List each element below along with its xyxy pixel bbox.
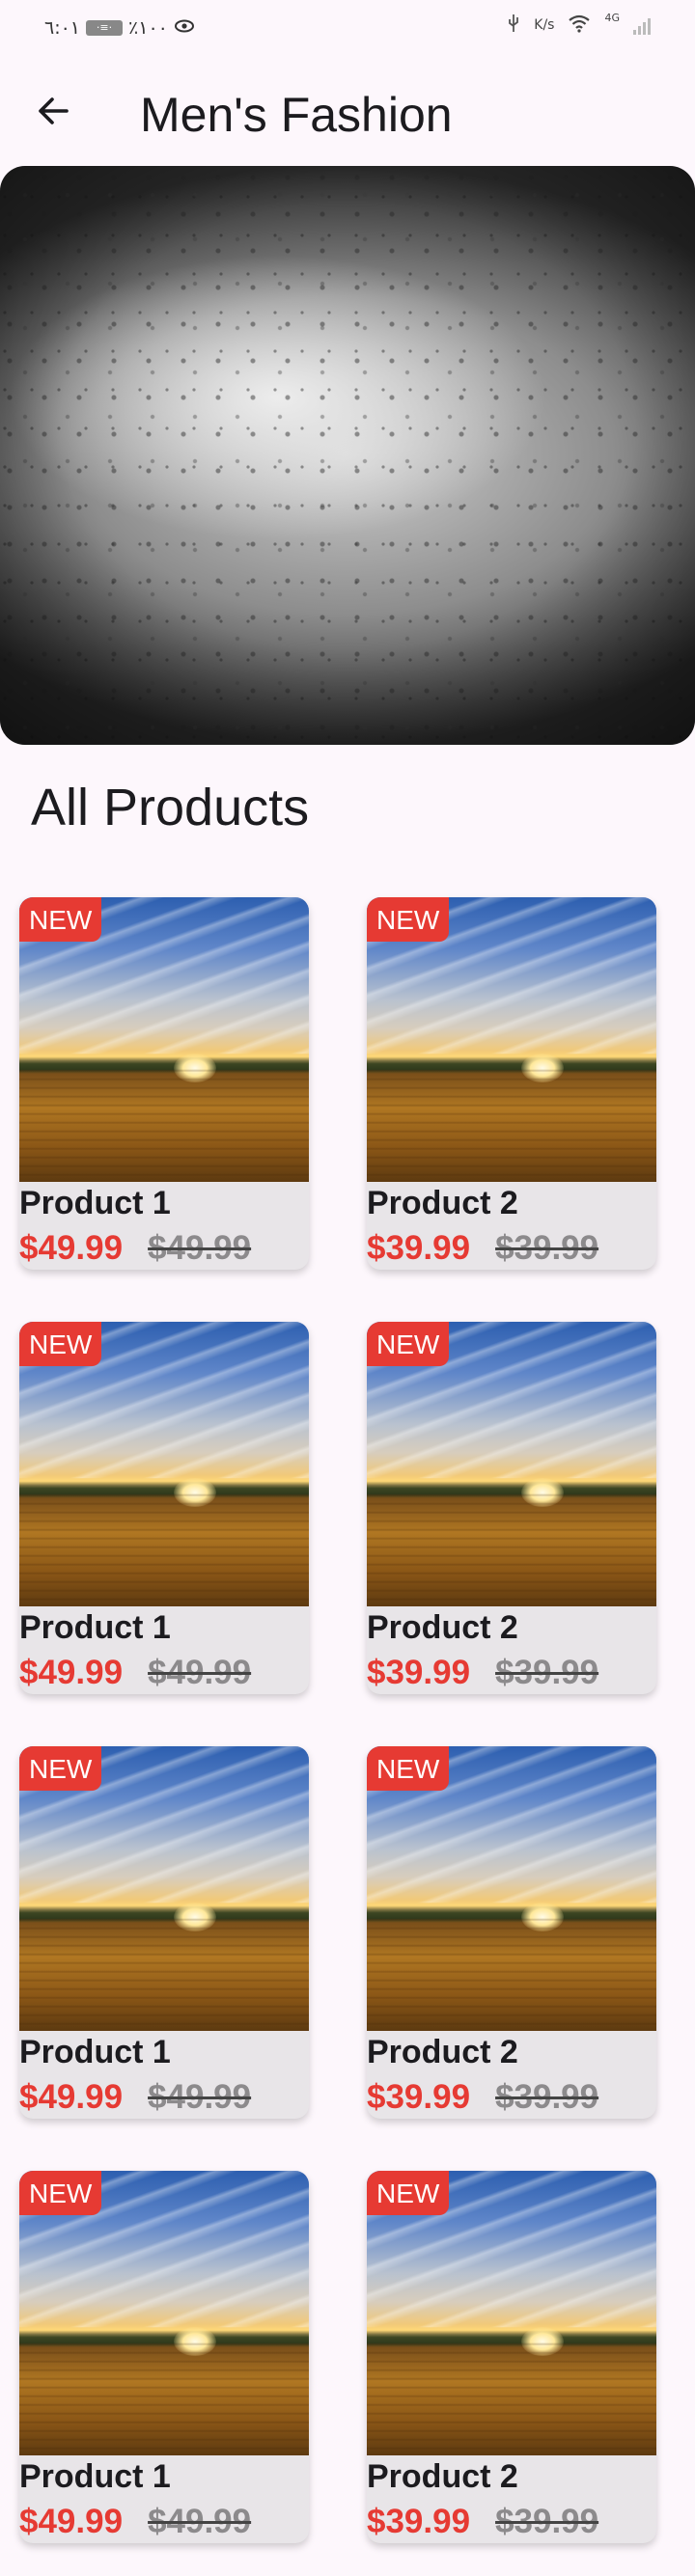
price-row: $49.99 $49.99 [19,2503,251,2541]
product-name: Product 1 [19,1185,171,1221]
product-card[interactable]: NEW Product 2 $39.99 $39.99 [367,897,656,1270]
status-left: ٦:٠١ ·≡· ٪١٠٠ [44,17,195,39]
network-type: 4G [604,11,620,24]
product-name: Product 2 [367,1609,518,1646]
new-badge: NEW [367,1746,450,1791]
product-old-price: $49.99 [148,1654,252,1691]
product-price: $49.99 [19,1229,124,1267]
product-card[interactable]: NEW Product 1 $49.99 $49.99 [19,1322,309,1694]
price-row: $39.99 $39.99 [367,2078,598,2117]
product-name: Product 1 [19,2458,171,2495]
product-card[interactable]: NEW Product 2 $39.99 $39.99 [367,2171,656,2543]
product-card[interactable]: NEW Product 2 $39.99 $39.99 [367,1322,656,1694]
product-old-price: $39.99 [495,1654,599,1691]
product-card[interactable]: NEW Product 1 $49.99 $49.99 [19,1746,309,2119]
new-badge: NEW [19,2171,102,2215]
product-price: $39.99 [367,2078,471,2116]
new-badge: NEW [19,897,102,942]
product-old-price: $49.99 [148,1229,252,1267]
battery-percent: ٪١٠٠ [128,17,168,39]
eye-icon [174,17,195,39]
product-price: $39.99 [367,2503,471,2540]
data-speed: K/s [534,17,555,33]
product-card[interactable]: NEW Product 1 $49.99 $49.99 [19,2171,309,2543]
product-price: $39.99 [367,1654,471,1691]
signal-icon [633,15,651,35]
product-name: Product 2 [367,2458,518,2495]
product-old-price: $39.99 [495,2503,599,2540]
price-row: $49.99 $49.99 [19,2078,251,2117]
sim-icon: ·≡· [86,20,124,36]
wifi-icon [568,14,591,37]
status-time: ٦:٠١ [44,17,81,39]
usb-icon [507,14,520,37]
product-old-price: $49.99 [148,2503,252,2540]
product-name: Product 2 [367,2034,518,2070]
product-price: $39.99 [367,1229,471,1267]
app-bar: Men's Fashion [0,58,695,166]
product-old-price: $39.99 [495,1229,599,1267]
new-badge: NEW [367,897,450,942]
product-price: $49.99 [19,1654,124,1691]
price-row: $49.99 $49.99 [19,1229,251,1268]
product-old-price: $49.99 [148,2078,252,2116]
product-card[interactable]: NEW Product 2 $39.99 $39.99 [367,1746,656,2119]
section-title: All Products [31,779,310,836]
page-title: Men's Fashion [140,88,453,142]
product-card[interactable]: NEW Product 1 $49.99 $49.99 [19,897,309,1270]
price-row: $39.99 $39.99 [367,1229,598,1268]
product-price: $49.99 [19,2503,124,2540]
new-badge: NEW [367,1322,450,1366]
price-row: $39.99 $39.99 [367,1654,598,1692]
product-name: Product 2 [367,1185,518,1221]
product-grid: NEW Product 1 $49.99 $49.99 NEW Product … [19,897,656,2543]
product-price: $49.99 [19,2078,124,2116]
new-badge: NEW [19,1322,102,1366]
price-row: $39.99 $39.99 [367,2503,598,2541]
product-name: Product 1 [19,1609,171,1646]
back-button[interactable] [29,89,77,137]
banner-vignette [0,166,695,745]
price-row: $49.99 $49.99 [19,1654,251,1692]
arrow-left-icon [34,92,72,135]
product-name: Product 1 [19,2034,171,2070]
new-badge: NEW [19,1746,102,1791]
new-badge: NEW [367,2171,450,2215]
category-banner-image [0,166,695,745]
product-old-price: $39.99 [495,2078,599,2116]
status-right: K/s 4G [507,11,651,37]
status-bar: ٦:٠١ ·≡· ٪١٠٠ K/s 4G [0,0,695,58]
